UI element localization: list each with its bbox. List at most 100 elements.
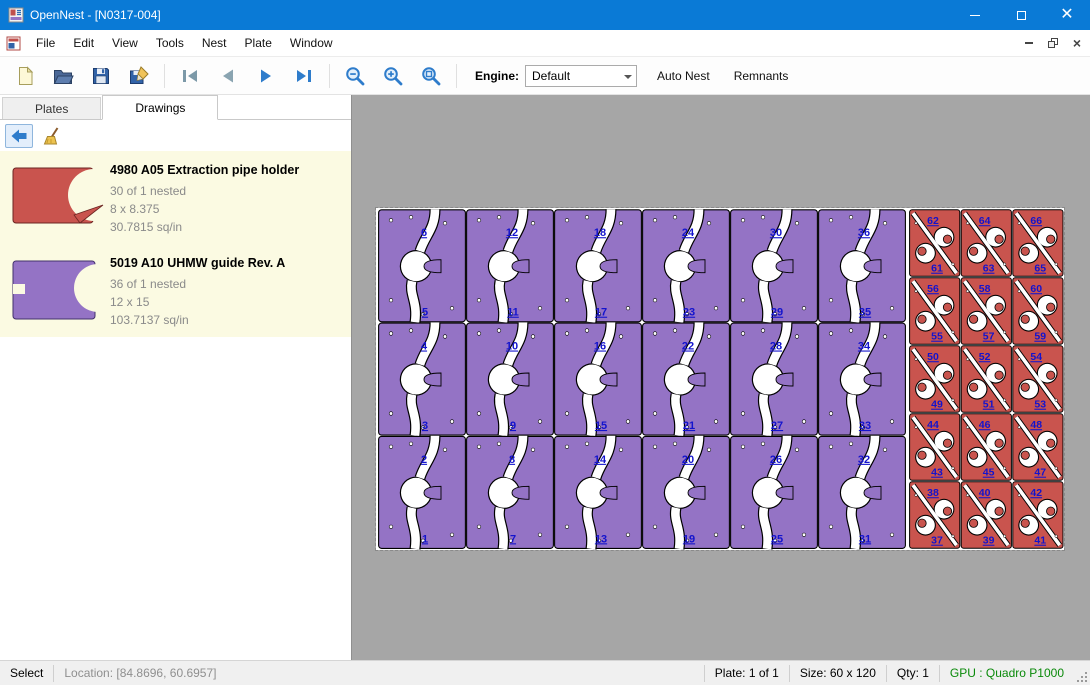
part-number-link[interactable]: 11 (507, 307, 519, 319)
nested-part-pair[interactable]: 52 51 (961, 346, 1011, 413)
part-number-link[interactable]: 20 (682, 454, 694, 466)
nested-part-pair[interactable]: 6261 (910, 210, 960, 276)
tab-plates[interactable]: Plates (2, 97, 101, 119)
part-number-link[interactable]: 42 (1030, 487, 1042, 499)
nested-part-pair[interactable]: 30 29 (731, 209, 818, 322)
nested-part-pair[interactable]: 43 (379, 323, 466, 436)
child-restore-button[interactable] (1042, 33, 1064, 53)
new-button[interactable] (8, 61, 42, 91)
menu-plate[interactable]: Plate (236, 32, 281, 54)
part-number-link[interactable]: 2 (421, 454, 427, 466)
part-number-link[interactable]: 35 (859, 307, 871, 319)
nested-part-pair[interactable]: 6463 (961, 210, 1011, 276)
part-number-link[interactable]: 45 (983, 467, 995, 479)
nested-part-pair[interactable]: 21 (379, 436, 466, 549)
nested-part-pair[interactable]: 6665 (1013, 210, 1063, 276)
part-number-link[interactable]: 4 (421, 341, 428, 353)
part-number-link[interactable]: 52 (979, 351, 991, 363)
clean-button[interactable] (39, 124, 67, 148)
save-as-button[interactable] (122, 61, 156, 91)
part-number-link[interactable]: 58 (979, 283, 991, 295)
part-number-link[interactable]: 47 (1034, 467, 1046, 479)
minimize-button[interactable] (952, 0, 998, 30)
close-button[interactable]: ✕ (1044, 0, 1090, 30)
part-number-link[interactable]: 65 (1034, 263, 1046, 275)
resize-grip[interactable] (1074, 661, 1090, 685)
part-number-link[interactable]: 6 (421, 227, 427, 239)
part-number-link[interactable]: 51 (983, 399, 995, 411)
last-plate-button[interactable] (287, 61, 321, 91)
part-number-link[interactable]: 50 (927, 351, 939, 363)
back-arrow-button[interactable] (5, 124, 33, 148)
part-number-link[interactable]: 3 (422, 420, 428, 432)
part-number-link[interactable]: 12 (506, 227, 518, 239)
nested-part-pair[interactable]: 5049 (910, 346, 960, 413)
menu-tools[interactable]: Tools (147, 32, 193, 54)
part-number-link[interactable]: 30 (770, 227, 782, 239)
part-number-link[interactable]: 46 (979, 419, 991, 431)
part-number-link[interactable]: 29 (771, 307, 783, 319)
part-number-link[interactable]: 55 (931, 331, 943, 343)
part-number-link[interactable]: 38 (927, 487, 939, 499)
part-number-link[interactable]: 9 (510, 420, 516, 432)
maximize-button[interactable] (998, 0, 1044, 30)
part-number-link[interactable]: 34 (858, 341, 871, 353)
zoom-in-button[interactable] (376, 61, 410, 91)
nested-part-pair[interactable]: 56 55 (910, 278, 960, 345)
part-number-link[interactable]: 36 (858, 227, 870, 239)
part-number-link[interactable]: 19 (683, 533, 695, 545)
nested-part-pair[interactable]: 58 57 (961, 278, 1011, 345)
part-number-link[interactable]: 43 (931, 467, 943, 479)
nested-part-pair[interactable]: 65 (379, 209, 466, 322)
nested-part-pair[interactable]: 87 (467, 436, 554, 549)
part-number-link[interactable]: 8 (509, 454, 515, 466)
nested-part-pair[interactable]: 46 45 (961, 414, 1011, 481)
part-number-link[interactable]: 41 (1034, 535, 1046, 547)
previous-plate-button[interactable] (211, 61, 245, 91)
first-plate-button[interactable] (173, 61, 207, 91)
engine-select[interactable]: Default (525, 65, 637, 87)
nest-canvas[interactable]: 6512111817242330293635431091615222128273… (352, 95, 1090, 660)
part-number-link[interactable]: 14 (594, 454, 607, 466)
tab-drawings[interactable]: Drawings (102, 95, 218, 120)
part-number-link[interactable]: 15 (595, 420, 607, 432)
auto-nest-button[interactable]: Auto Nest (653, 65, 714, 87)
part-number-link[interactable]: 48 (1030, 419, 1042, 431)
child-close-button[interactable]: × (1066, 33, 1088, 53)
part-number-link[interactable]: 24 (682, 227, 695, 239)
part-number-link[interactable]: 64 (979, 215, 991, 227)
save-button[interactable] (84, 61, 118, 91)
next-plate-button[interactable] (249, 61, 283, 91)
part-number-link[interactable]: 54 (1030, 351, 1042, 363)
menu-file[interactable]: File (27, 32, 64, 54)
nested-part-pair[interactable]: 12 11 (467, 209, 554, 322)
part-number-link[interactable]: 56 (927, 283, 939, 295)
part-number-link[interactable]: 57 (983, 331, 995, 343)
part-number-link[interactable]: 7 (510, 533, 516, 545)
part-number-link[interactable]: 23 (683, 307, 695, 319)
part-number-link[interactable]: 5 (422, 307, 428, 319)
nested-part-pair[interactable]: 44 43 (910, 414, 960, 481)
part-number-link[interactable]: 27 (771, 420, 783, 432)
part-number-link[interactable]: 26 (770, 454, 782, 466)
part-number-link[interactable]: 60 (1030, 283, 1042, 295)
menu-window[interactable]: Window (281, 32, 342, 54)
nested-part-pair[interactable]: 10 9 (467, 323, 554, 436)
part-number-link[interactable]: 17 (595, 307, 607, 319)
plate-selection[interactable]: 6512111817242330293635431091615222128273… (375, 207, 1065, 551)
nested-part-pair[interactable]: 34 33 (819, 323, 906, 436)
list-item-uhmw-guide[interactable]: 5019 A10 UHMW guide Rev. A 36 of 1 neste… (0, 244, 351, 337)
part-number-link[interactable]: 59 (1034, 331, 1046, 343)
part-number-link[interactable]: 28 (770, 341, 782, 353)
part-number-link[interactable]: 10 (506, 341, 518, 353)
zoom-fit-button[interactable] (414, 61, 448, 91)
part-number-link[interactable]: 62 (927, 215, 939, 227)
nested-part-pair[interactable]: 3837 (910, 482, 960, 549)
open-button[interactable] (46, 61, 80, 91)
part-number-link[interactable]: 33 (859, 420, 871, 432)
part-number-link[interactable]: 31 (859, 533, 871, 545)
part-number-link[interactable]: 44 (927, 419, 939, 431)
nested-part-pair[interactable]: 48 47 (1013, 414, 1063, 481)
menu-nest[interactable]: Nest (193, 32, 236, 54)
nested-part-pair[interactable]: 2625 (731, 436, 818, 549)
